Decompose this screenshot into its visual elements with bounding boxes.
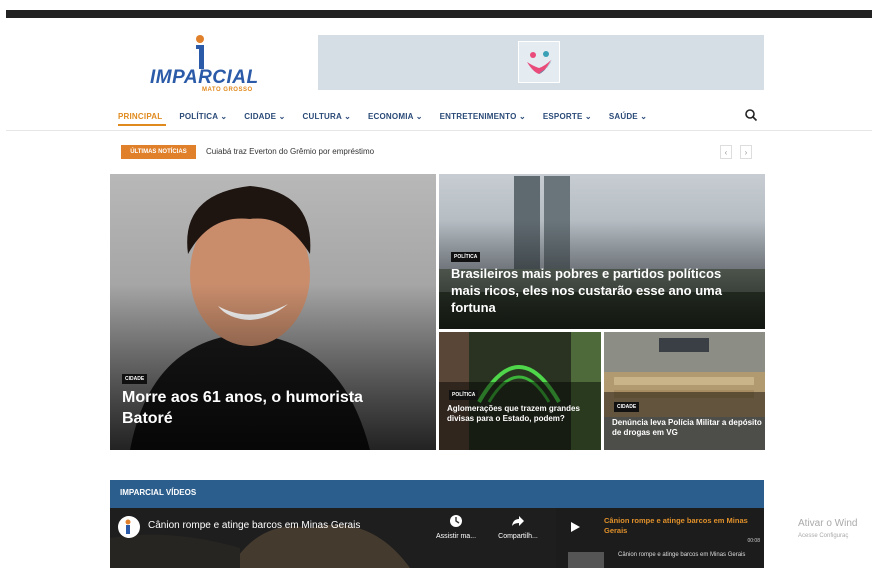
main-nav: PRINCIPAL POLÍTICA ⌄ CIDADE ⌄ CULTURA ⌄ … [118, 109, 664, 123]
channel-avatar[interactable] [118, 516, 140, 538]
banner-family-icon [518, 41, 560, 83]
logo-brand: IMPARCIAL [150, 67, 259, 88]
playlist-item[interactable]: Cânion rompe e atinge barcos em Minas Ge… [564, 550, 760, 568]
nav-item-esporte[interactable]: ESPORTE ⌄ [543, 112, 592, 121]
share-icon [512, 516, 524, 526]
playlist-current-title[interactable]: Cânion rompe e atinge barcos em Minas Ge… [604, 516, 756, 536]
playlist-item-title: Cânion rompe e atinge barcos em Minas Ge… [618, 552, 746, 558]
nav-item-principal[interactable]: PRINCIPAL [118, 112, 162, 121]
nav-divider [6, 130, 872, 131]
category-badge[interactable]: POLÍTICA [451, 252, 481, 262]
playlist-item-thumbnail [568, 552, 604, 568]
nav-item-cultura[interactable]: CULTURA ⌄ [303, 112, 352, 121]
watch-later-button[interactable]: Assistir ma... [430, 514, 482, 540]
category-badge[interactable]: CIDADE [614, 402, 640, 412]
featured-bottom-right-title[interactable]: Denúncia leva Polícia Militar a depósito… [612, 418, 762, 439]
featured-bottom-left-card[interactable]: POLÍTICA Aglomerações que trazem grandes… [439, 332, 601, 450]
logo-subtitle: MATO GROSSO [202, 87, 253, 93]
watch-later-label: Assistir ma... [435, 533, 477, 540]
video-player[interactable]: Cânion rompe e atinge barcos em Minas Ge… [110, 508, 556, 568]
nav-item-entretenimento[interactable]: ENTRETENIMENTO ⌄ [440, 112, 526, 121]
nav-item-saude[interactable]: SAÚDE ⌄ [609, 112, 647, 121]
featured-bottom-left-title[interactable]: Aglomerações que trazem grandes divisas … [447, 404, 597, 425]
clock-icon [450, 515, 462, 527]
site-logo[interactable]: IMPARCIAL MATO GROSSO [150, 35, 265, 97]
featured-main-card[interactable]: CIDADE Morre aos 61 anos, o humorista Ba… [110, 174, 436, 450]
channel-logo-icon [125, 519, 131, 534]
share-button[interactable]: Compartilh... [490, 514, 546, 540]
video-player-title[interactable]: Cânion rompe e atinge barcos em Minas Ge… [148, 520, 360, 531]
nav-item-cidade[interactable]: CIDADE ⌄ [244, 112, 285, 121]
videos-section-header: IMPARCIAL VÍDEOS [110, 480, 764, 508]
ticker-next-button[interactable]: › [740, 145, 752, 159]
play-icon[interactable] [568, 520, 582, 534]
share-label: Compartilh... [498, 533, 538, 540]
ticker-prev-button[interactable]: ‹ [720, 145, 732, 159]
category-badge[interactable]: CIDADE [122, 374, 148, 384]
category-badge[interactable]: POLÍTICA [449, 390, 479, 400]
videos-section-title: IMPARCIAL VÍDEOS [120, 488, 197, 497]
activation-watermark-title: Ativar o Wind [798, 518, 858, 529]
nav-active-indicator [118, 124, 166, 126]
activation-watermark-subtitle: Acesse Configuraç [798, 533, 849, 539]
featured-right-top-title[interactable]: Brasileiros mais pobres e partidos polít… [451, 266, 741, 317]
featured-bottom-right-card[interactable]: CIDADE Denúncia leva Polícia Militar a d… [604, 332, 765, 450]
logo-mark-icon [196, 35, 204, 69]
nav-item-politica[interactable]: POLÍTICA ⌄ [179, 112, 227, 121]
ticker-headline[interactable]: Cuiabá traz Everton do Grêmio por emprés… [206, 147, 374, 156]
nav-item-economia[interactable]: ECONOMIA ⌄ [368, 112, 423, 121]
playlist-duration: 00:08 [747, 538, 760, 544]
header-banner[interactable] [318, 35, 764, 90]
video-playlist: Cânion rompe e atinge barcos em Minas Ge… [556, 508, 764, 568]
top-bar [6, 10, 872, 18]
featured-main-title[interactable]: Morre aos 61 anos, o humorista Batoré [122, 388, 402, 430]
featured-right-top-card[interactable]: POLÍTICA Brasileiros mais pobres e parti… [439, 174, 765, 329]
latest-news-badge: ÚLTIMAS NOTÍCIAS [121, 145, 196, 159]
search-icon[interactable] [744, 108, 758, 122]
